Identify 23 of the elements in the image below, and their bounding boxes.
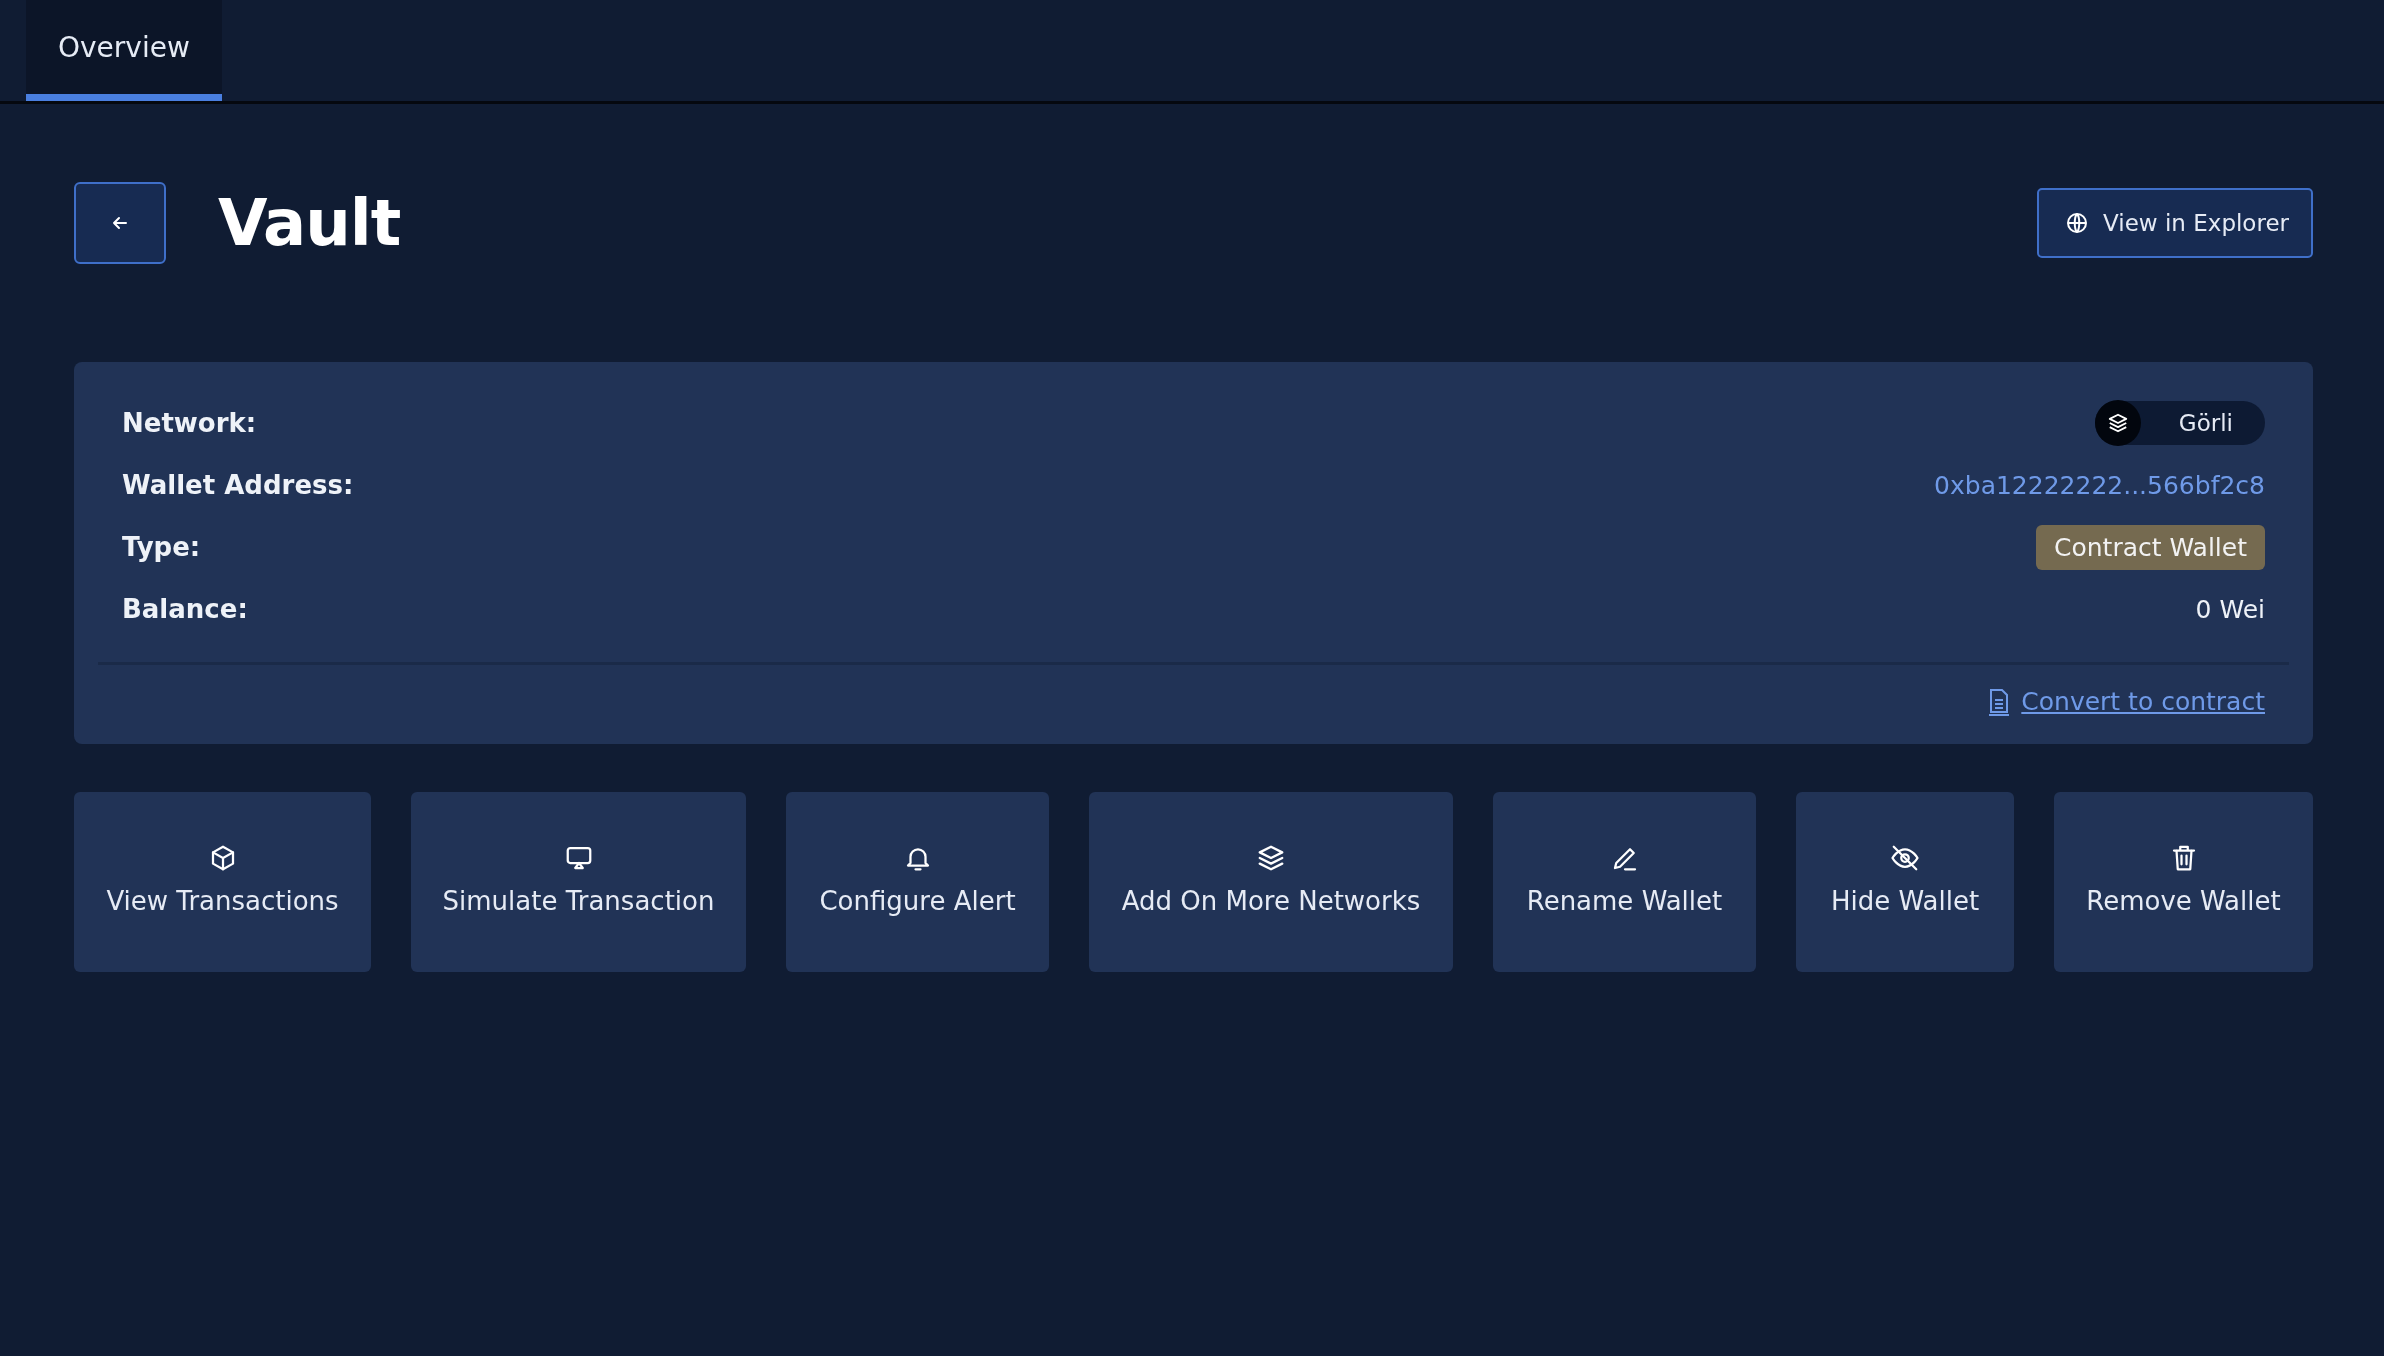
field-label: Wallet Address: [122, 470, 354, 500]
layers-icon [2106, 412, 2129, 434]
view-in-explorer-button[interactable]: View in Explorer [2037, 188, 2313, 258]
document-icon [1987, 687, 2012, 716]
action-button[interactable]: Simulate Transaction [411, 792, 746, 972]
action-button[interactable]: Rename Wallet [1493, 792, 1756, 972]
action-button[interactable]: Add On More Networks [1089, 792, 1453, 972]
tab[interactable]: Overview [26, 0, 222, 101]
convert-to-contract-link[interactable]: Convert to contract [1987, 687, 2265, 716]
back-button[interactable] [74, 182, 166, 264]
action-button[interactable]: Remove Wallet [2054, 792, 2313, 972]
wallet-address-link[interactable]: 0xba12222222...566bf2c8 [1934, 470, 2265, 500]
action-button[interactable]: Hide Wallet [1796, 792, 2014, 972]
globe-icon [2065, 211, 2090, 235]
field-label: Balance: [122, 594, 248, 624]
action-button[interactable]: View Transactions [74, 792, 371, 972]
network-chip: Görli [2094, 401, 2265, 445]
action-button[interactable]: Configure Alert [786, 792, 1049, 972]
wallet-type-badge: Contract Wallet [2036, 524, 2265, 570]
field-label: Type: [122, 532, 201, 562]
field-label: Network: [122, 408, 257, 438]
page-title: Vault [218, 186, 402, 260]
field-value: 0 Wei [2195, 594, 2265, 624]
